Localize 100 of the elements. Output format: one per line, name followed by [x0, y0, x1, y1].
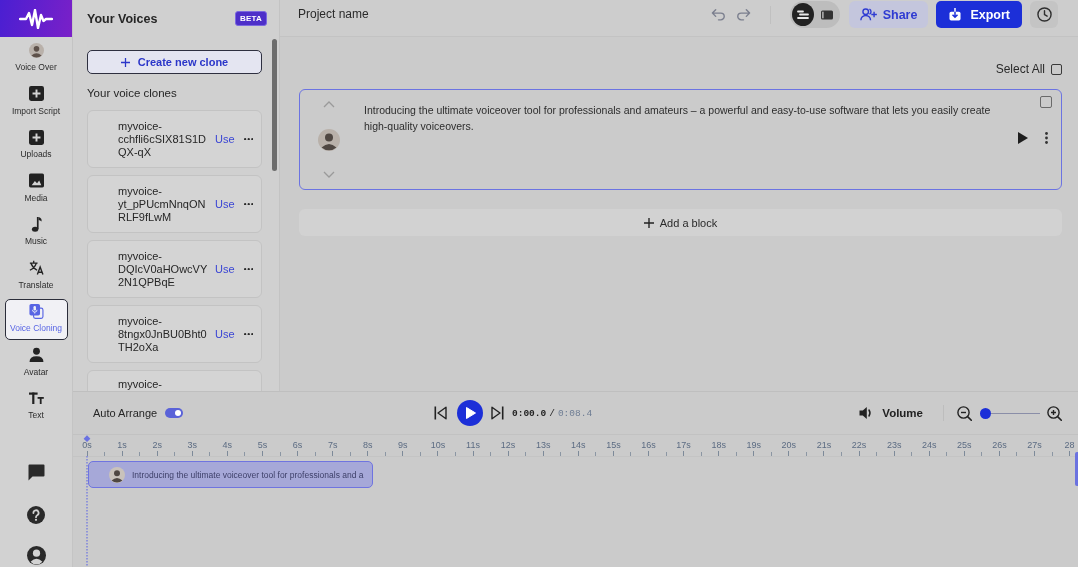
add-block-button[interactable]: Add a block: [299, 209, 1062, 236]
block-text[interactable]: Introducing the ultimate voiceover tool for professionals and amateurs – a powerful and easy-to-use software that lets you easily create high-quality voiceovers.: [358, 90, 992, 189]
nav-item[interactable]: Uploads: [4, 125, 68, 166]
ruler-label: 25s: [957, 440, 972, 450]
ruler-label: 5s: [257, 440, 268, 450]
timeline-scroll-handle[interactable]: [1075, 452, 1078, 486]
nav-item[interactable]: Media: [4, 168, 68, 209]
clip-text: Introducing the ultimate voiceover tool for professionals and a: [132, 469, 364, 480]
current-time: 0:00.0: [512, 407, 547, 419]
voice-clone-card[interactable]: myvoice-: [87, 370, 262, 391]
select-all-label[interactable]: Select All: [995, 62, 1045, 76]
voice-clone-name: myvoice-yt_pPUcmNnqONRLF9fLwM: [118, 184, 207, 224]
use-link[interactable]: Use: [215, 328, 235, 340]
voice-clone-name: myvoice-8tngx0JnBU0Bht0TH2oXa: [118, 314, 208, 354]
voice-clone-card[interactable]: myvoice-yt_pPUcmNnqONRLF9fLwM Use: [87, 175, 262, 233]
voice-clone-name: myvoice-cchfli6cSIX81S1DQX-qX: [118, 119, 208, 159]
ruler-label: 0s: [82, 440, 92, 450]
more-horizontal-icon[interactable]: [243, 332, 253, 336]
beta-badge: BETA: [235, 11, 267, 26]
ruler-label: 16s: [641, 440, 656, 450]
ruler-label: 24s: [922, 440, 937, 450]
ruler-label: 3s: [187, 440, 198, 450]
more-vertical-icon[interactable]: [1045, 132, 1048, 144]
voice-clone-card[interactable]: myvoice-DQIcV0aHOwcVY2N1QPBqE Use: [87, 240, 262, 298]
voice-clone-name: myvoice-DQIcV0aHOwcVY2N1QPBqE: [118, 249, 209, 289]
zoom-in-icon[interactable]: [1047, 405, 1062, 421]
share-button[interactable]: Share: [848, 1, 929, 28]
project-name[interactable]: Project name: [298, 1, 369, 28]
ruler-label: 26s: [992, 440, 1007, 450]
avatar-icon: [109, 466, 125, 483]
play-icon: [466, 407, 476, 419]
avatar-icon: [28, 42, 44, 58]
voice-clone-card[interactable]: myvoice-cchfli6cSIX81S1DQX-qX Use: [87, 110, 262, 168]
timeline-clip[interactable]: Introducing the ultimate voiceover tool for professionals and a: [88, 461, 373, 488]
ruler-label: 12s: [500, 440, 516, 450]
nav-item[interactable]: Text: [4, 386, 68, 427]
ruler-label: 18s: [711, 440, 726, 450]
nav-item[interactable]: Voice Cloning: [4, 299, 68, 340]
select-all-checkbox[interactable]: [1051, 63, 1062, 75]
speaker-icon: [859, 406, 874, 420]
use-link[interactable]: Use: [215, 133, 235, 145]
ruler-label: 2s: [152, 440, 162, 450]
ruler-label: 8s: [363, 440, 373, 450]
nav-item[interactable]: Avatar: [4, 342, 68, 383]
nav-item[interactable]: Voice Over: [4, 38, 68, 79]
use-link[interactable]: Use: [215, 198, 235, 210]
ruler-label: 28: [1064, 440, 1075, 450]
use-link[interactable]: Use: [215, 263, 235, 275]
more-horizontal-icon[interactable]: [243, 202, 253, 206]
skip-back-icon[interactable]: [434, 406, 447, 420]
auto-arrange-label: Auto Arrange: [93, 407, 158, 419]
download-box-icon: [949, 8, 962, 21]
more-horizontal-icon[interactable]: [243, 137, 253, 141]
auto-arrange-toggle[interactable]: [165, 408, 184, 418]
script-view-button[interactable]: [791, 3, 814, 26]
ruler-label: 21s: [816, 440, 832, 450]
ruler-label: 4s: [222, 440, 233, 450]
translate-icon: [28, 260, 44, 275]
ruler-label: 22s: [851, 440, 867, 450]
volume-button[interactable]: Volume: [859, 406, 923, 420]
zoom-slider[interactable]: [980, 407, 1040, 419]
nav-item[interactable]: Translate: [4, 255, 68, 296]
export-button[interactable]: Export: [936, 1, 1022, 28]
more-horizontal-icon[interactable]: [243, 267, 253, 271]
plus-icon: [643, 217, 654, 228]
ruler-label: 19s: [746, 440, 762, 450]
ruler-label: 14s: [571, 440, 586, 450]
ruler-label: 11s: [466, 440, 480, 450]
nav-item[interactable]: Music: [4, 212, 68, 253]
total-time: 0:08.4: [557, 407, 593, 419]
section-title: Your voice clones: [87, 86, 178, 100]
image-icon: [28, 173, 44, 188]
voice-clone-card[interactable]: myvoice-8tngx0JnBU0Bht0TH2oXa Use: [87, 305, 262, 363]
scrollbar-thumb[interactable]: [272, 39, 277, 171]
ruler-label: 7s: [327, 440, 338, 450]
skip-forward-icon[interactable]: [491, 406, 504, 420]
waveform-logo-icon[interactable]: [19, 8, 53, 29]
script-block[interactable]: Introducing the ultimate voiceover tool for professionals and amateurs – a powerful and easy-to-use software that lets you easily create high-quality voiceovers.: [299, 89, 1062, 190]
ruler-label: 23s: [886, 440, 902, 450]
ruler-label: 9s: [398, 440, 408, 450]
screen-icon: [820, 9, 833, 20]
ruler-label: 17s: [676, 440, 691, 450]
avatar-icon: [318, 128, 340, 151]
history-button[interactable]: [1030, 1, 1058, 28]
voice-clone-name: myvoice-: [118, 378, 163, 391]
play-button[interactable]: [457, 400, 483, 426]
ruler-label: 15s: [606, 440, 621, 450]
lines-icon: [796, 9, 809, 20]
chat-bubble-icon[interactable]: [27, 464, 45, 481]
zoom-out-icon[interactable]: [957, 405, 972, 421]
create-clone-button[interactable]: Create new clone: [87, 50, 262, 74]
slider-thumb[interactable]: [980, 407, 991, 419]
nav-item[interactable]: Import Script: [4, 81, 68, 122]
play-icon[interactable]: [1018, 132, 1028, 144]
panel-title: Your Voices: [87, 11, 158, 26]
account-icon[interactable]: [26, 546, 46, 565]
help-icon[interactable]: [27, 506, 45, 524]
block-checkbox[interactable]: [1040, 96, 1052, 108]
microphone-card-icon: [28, 303, 44, 319]
plus-square-icon: [28, 86, 44, 101]
